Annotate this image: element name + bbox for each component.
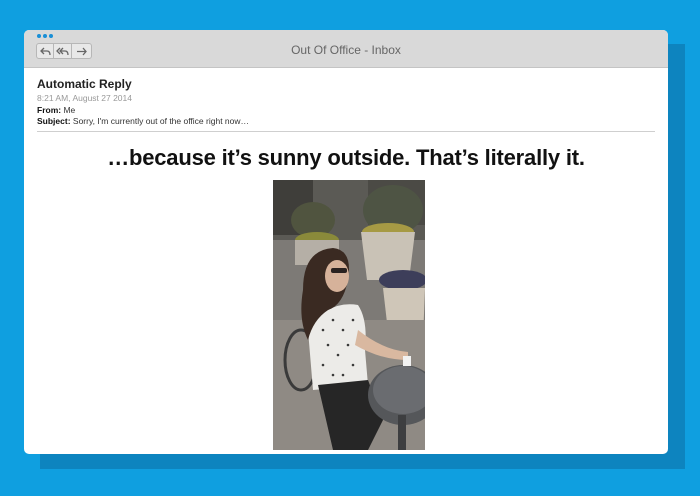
subject-value: Sorry, I'm currently out of the office r… xyxy=(72,116,250,126)
subject-row: Subject: Sorry, I'm currently out of the… xyxy=(37,116,655,126)
email-headline: …because it’s sunny outside. That’s lite… xyxy=(107,145,585,170)
email-header: Automatic Reply 8:21 AM, August 27 2014 … xyxy=(24,68,668,126)
header-divider xyxy=(37,131,655,132)
window-dot-icon[interactable] xyxy=(49,34,53,38)
subject-label: Subject: xyxy=(37,116,71,126)
window-dot-icon[interactable] xyxy=(43,34,47,38)
window-dot-icon[interactable] xyxy=(37,34,41,38)
email-photo xyxy=(273,180,425,450)
window-controls[interactable] xyxy=(37,34,53,38)
email-title: Automatic Reply xyxy=(37,77,132,91)
title-bar: Out Of Office - Inbox xyxy=(24,30,668,68)
email-timestamp: 8:21 AM, August 27 2014 xyxy=(37,93,132,103)
from-label: From: xyxy=(37,105,62,115)
from-row: From: Me xyxy=(37,105,655,115)
mail-window: Out Of Office - Inbox Automatic Reply 8:… xyxy=(24,30,668,454)
from-value[interactable]: Me xyxy=(63,105,75,115)
window-title: Out Of Office - Inbox xyxy=(291,43,401,57)
